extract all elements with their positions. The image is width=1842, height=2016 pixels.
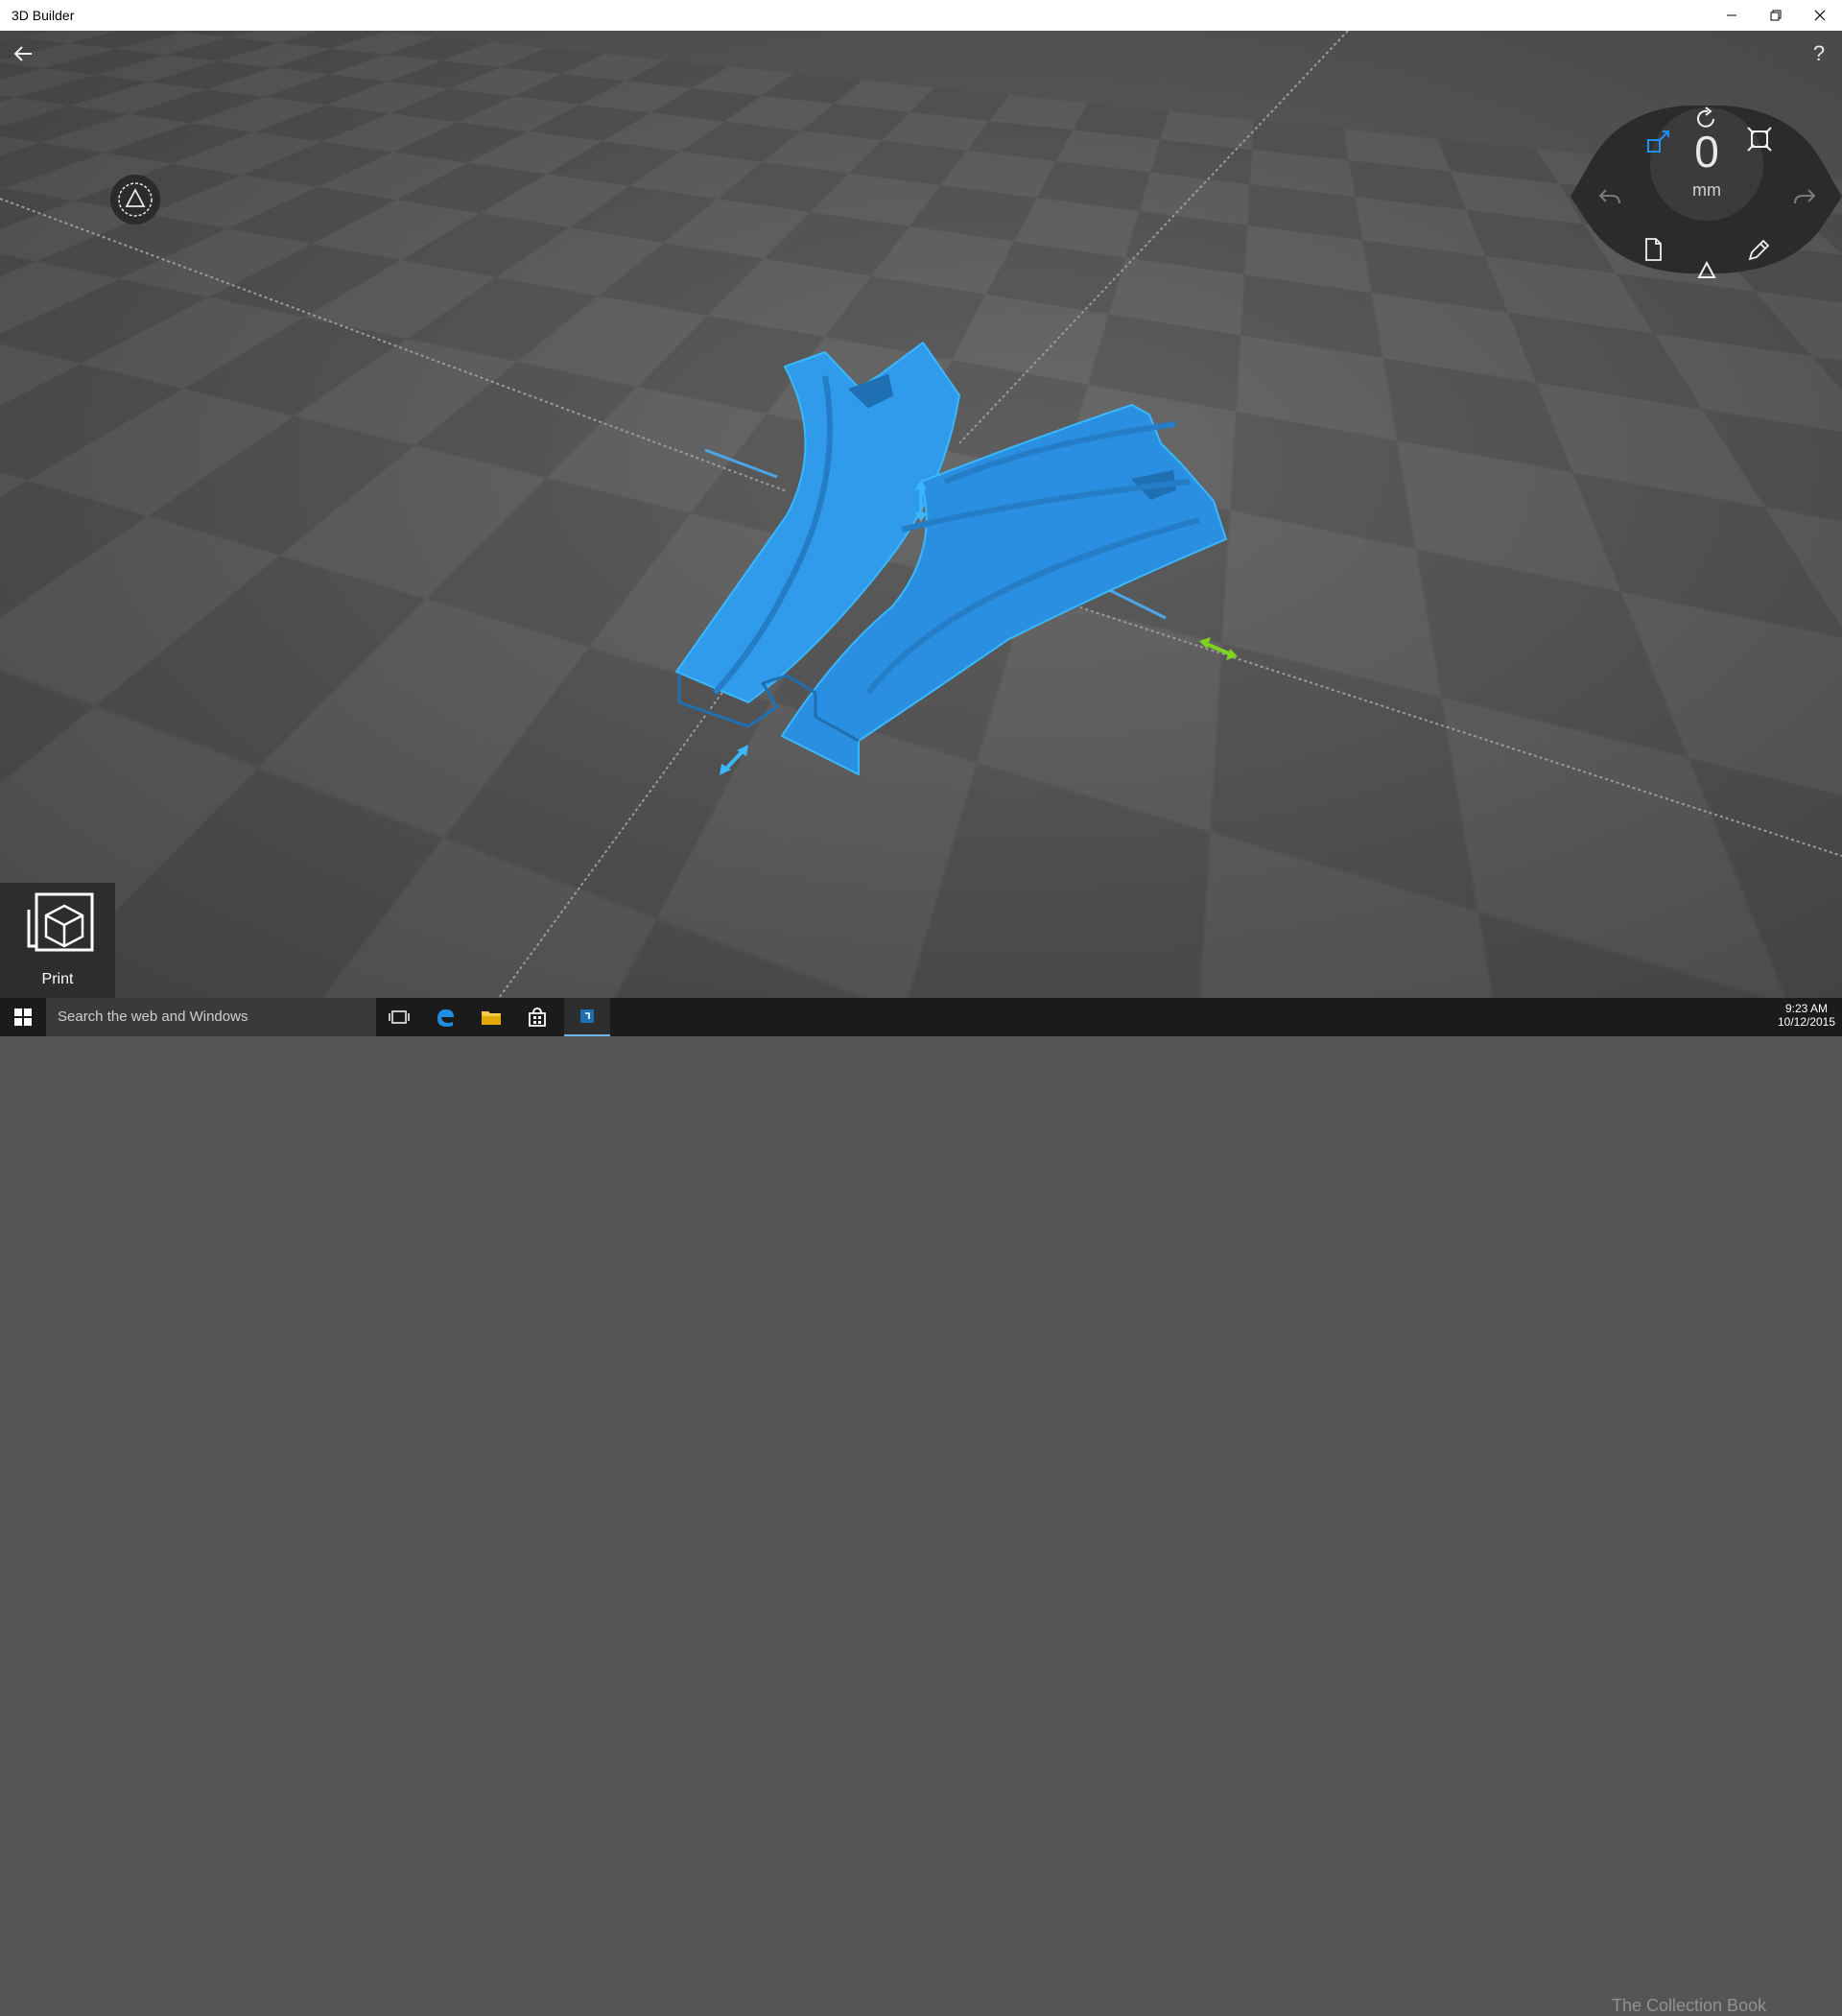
snap-to-floor-button[interactable] (110, 175, 160, 225)
search-box[interactable]: Search the web and Windows (46, 998, 376, 1036)
edit-button[interactable] (1743, 235, 1774, 266)
restore-button[interactable] (1754, 0, 1798, 31)
scale-icon (1747, 127, 1772, 152)
store-button[interactable] (514, 998, 560, 1036)
unit-label: mm (1692, 180, 1721, 200)
windows-logo-icon (14, 1008, 32, 1026)
minimize-icon (1727, 14, 1736, 16)
close-icon (1814, 10, 1826, 21)
edge-button[interactable] (422, 998, 468, 1036)
undo-icon (1598, 189, 1620, 204)
move-handle-blue (720, 745, 748, 775)
print-cube-icon (27, 892, 94, 952)
start-button[interactable] (0, 998, 46, 1036)
clock-time: 9:23 AM (1784, 1002, 1829, 1015)
move-button[interactable] (1643, 127, 1674, 157)
restore-icon (1770, 10, 1782, 21)
minimize-button[interactable] (1710, 0, 1754, 31)
edge-icon (437, 1009, 454, 1027)
pencil-icon (1748, 239, 1770, 261)
close-button[interactable] (1798, 0, 1842, 31)
back-arrow-icon (13, 46, 32, 61)
scale-button[interactable] (1744, 124, 1775, 154)
clock-date: 10/12/2015 (1777, 1015, 1836, 1029)
triangle-icon (1697, 260, 1716, 278)
print-button[interactable]: Print (0, 883, 115, 998)
document-button[interactable] (1638, 234, 1668, 265)
move-icon (1647, 130, 1669, 153)
undo-button[interactable] (1594, 180, 1625, 211)
triangle-in-circle-icon (118, 182, 153, 217)
store-icon (529, 1008, 546, 1027)
rotate-icon (1697, 107, 1714, 128)
file-explorer-button[interactable] (468, 998, 514, 1036)
taskbar: Search the web and Windows The Collectio… (0, 998, 1842, 2015)
task-view-icon (389, 1010, 410, 1024)
redo-button[interactable] (1789, 180, 1820, 211)
track-model[interactable] (0, 31, 1842, 998)
clock[interactable]: 9:23 AM 10/12/2015 (1773, 1002, 1840, 1029)
title-bar: 3D Builder (0, 0, 1842, 31)
print-label: Print (41, 971, 74, 987)
app-title: 3D Builder (12, 8, 75, 23)
document-icon (1645, 238, 1662, 261)
drop-to-floor-button[interactable] (1691, 255, 1722, 286)
file-explorer-icon (482, 1011, 501, 1025)
watermark: The Collection Book (1612, 1996, 1767, 2015)
help-button[interactable]: ? (1806, 40, 1832, 67)
rotate-button[interactable] (1690, 104, 1721, 134)
3d-builder-taskbar-button[interactable] (564, 998, 610, 1036)
back-button[interactable] (10, 40, 36, 67)
move-handle-green (1199, 637, 1238, 660)
transform-wheel: 0 mm (1570, 72, 1842, 293)
3d-builder-icon (580, 1009, 594, 1023)
redo-icon (1794, 189, 1816, 204)
task-view-button[interactable] (376, 998, 422, 1036)
3d-viewport[interactable]: ? 0 mm Print (0, 31, 1842, 998)
